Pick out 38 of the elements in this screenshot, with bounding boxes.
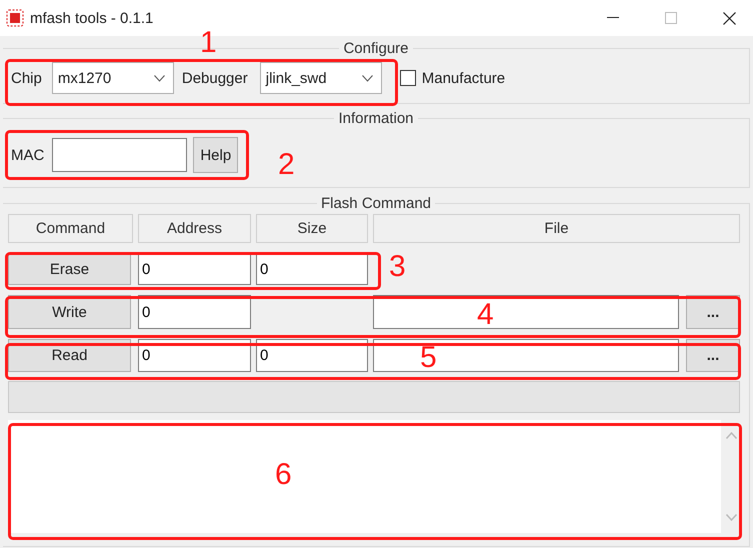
group-title: Flash Command xyxy=(320,195,432,212)
manufacture-label: Manufacture xyxy=(422,70,506,86)
manufacture-checkbox[interactable] xyxy=(400,70,416,86)
column-header: Size xyxy=(256,214,368,243)
window-title: mfash tools - 0.1.1 xyxy=(30,10,154,26)
address-input[interactable]: 0 xyxy=(138,339,251,372)
mac-input[interactable] xyxy=(52,138,188,172)
chip-dropdown[interactable]: mx1270 xyxy=(52,62,174,94)
column-header: File xyxy=(373,214,740,243)
close-icon[interactable] xyxy=(723,12,736,24)
chevron-icon xyxy=(362,74,373,82)
chevron-icon xyxy=(154,74,165,82)
debugger-label: Debugger xyxy=(182,70,248,86)
column-header: Address xyxy=(138,214,251,243)
debugger-dropdown[interactable]: jlink_swd xyxy=(260,62,382,94)
annotation-number: 2 xyxy=(278,150,295,180)
command-button[interactable]: Read xyxy=(8,339,131,372)
app-icon xyxy=(6,9,24,27)
group-title: Configure xyxy=(342,40,410,57)
address-input[interactable]: 0 xyxy=(138,253,251,285)
address-input[interactable]: 0 xyxy=(138,295,251,329)
annotation-number: 4 xyxy=(477,300,494,330)
chip-label: Chip xyxy=(11,70,42,86)
group-title: Information xyxy=(337,110,415,127)
annotation-number: 1 xyxy=(200,28,217,58)
size-input[interactable]: 0 xyxy=(256,339,368,372)
mac-label: MAC xyxy=(11,146,44,164)
help-button[interactable]: Help xyxy=(193,137,238,173)
size-input[interactable]: 0 xyxy=(256,253,368,285)
annotation-number: 3 xyxy=(389,252,406,282)
command-button[interactable]: Write xyxy=(8,295,131,329)
command-button[interactable]: Erase xyxy=(8,253,131,285)
file-input[interactable] xyxy=(373,339,679,372)
annotation-number: 6 xyxy=(275,460,292,490)
file-input[interactable] xyxy=(373,295,679,329)
minimize-icon[interactable] xyxy=(607,17,619,19)
column-header: Command xyxy=(8,214,133,243)
annotation-number: 5 xyxy=(420,343,437,373)
